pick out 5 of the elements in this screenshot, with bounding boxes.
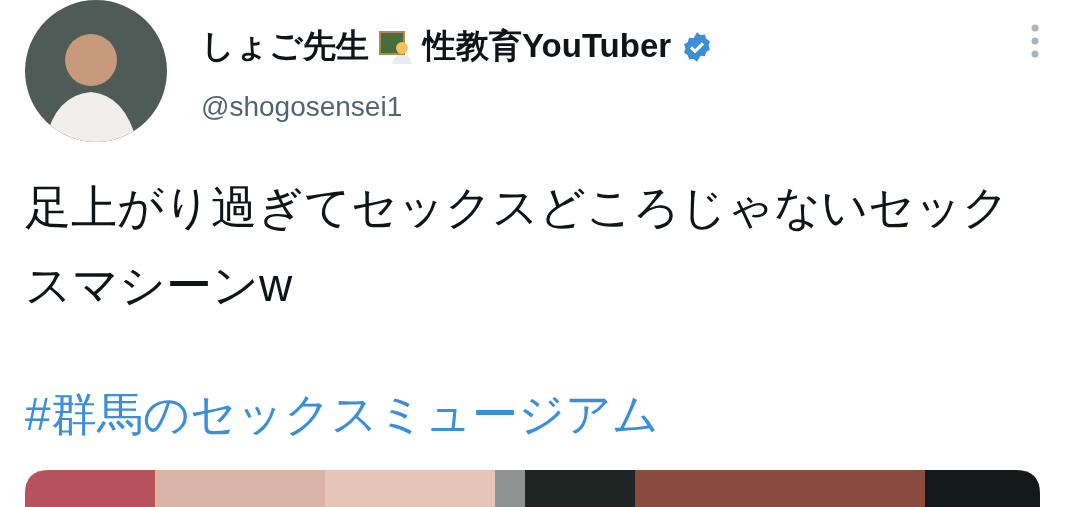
- author-title[interactable]: 性教育YouTuber: [423, 24, 672, 69]
- author-handle[interactable]: @shogosensei1: [201, 91, 996, 123]
- teacher-icon: [379, 29, 413, 64]
- tweet-text: 足上がり過ぎてセックスどころじゃないセックスマシーンw: [25, 180, 1010, 313]
- author-name[interactable]: しょご先生: [201, 24, 369, 69]
